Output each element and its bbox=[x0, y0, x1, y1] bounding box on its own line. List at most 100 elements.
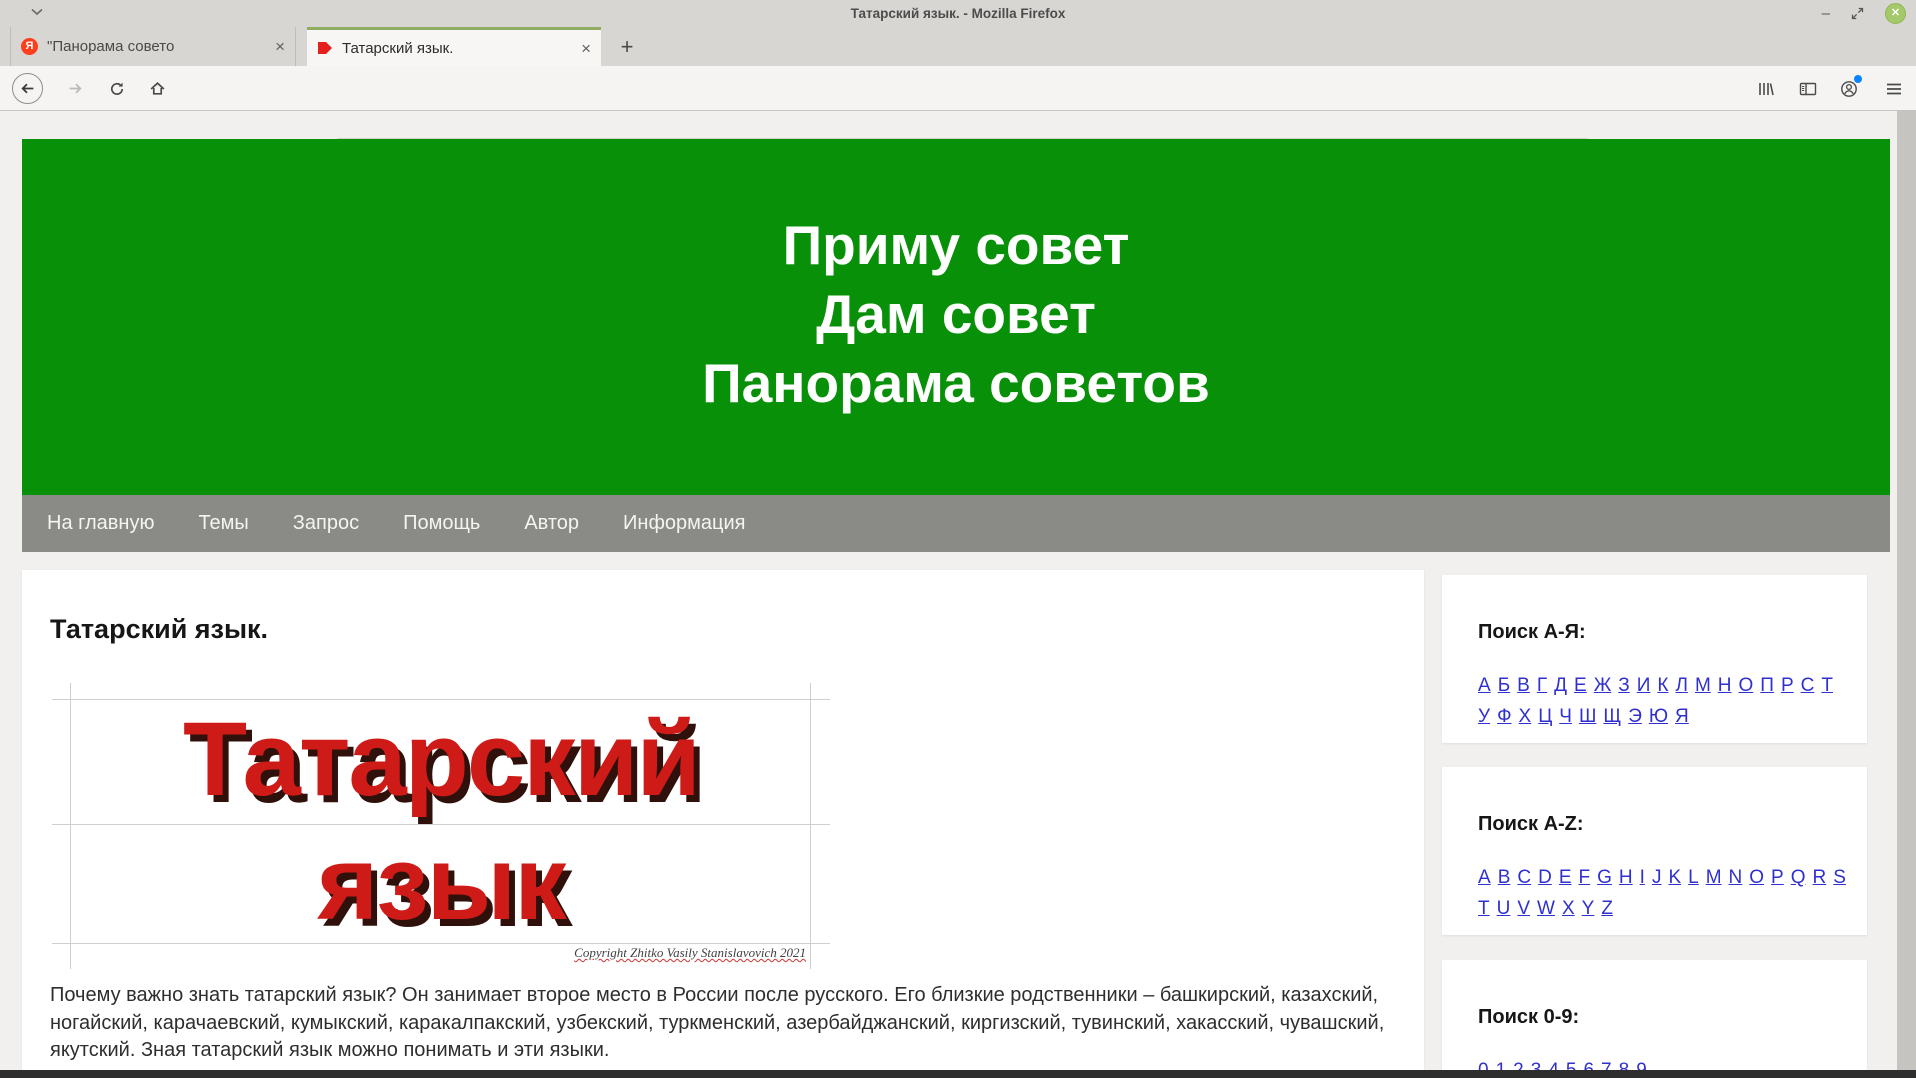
letter-link[interactable]: Е bbox=[1574, 671, 1587, 701]
home-button[interactable] bbox=[142, 73, 173, 104]
nav-link[interactable]: Помощь bbox=[403, 512, 480, 535]
sidebar-heading: Поиск 0-9: bbox=[1478, 1006, 1580, 1028]
letter-index: A B C D E F G H I J K L M N O P Q R S T U V W X Y Z bbox=[1478, 863, 1858, 925]
letter-link[interactable]: Ф bbox=[1497, 702, 1511, 732]
article: Татарский язык. Татарский язык Copyright… bbox=[22, 570, 1424, 1078]
notification-dot bbox=[1854, 75, 1862, 83]
letter-link[interactable]: L bbox=[1688, 863, 1699, 893]
image-copyright: Copyright Zhitko Vasily Stanislavovich 2… bbox=[574, 945, 806, 960]
nav-link[interactable]: Запрос bbox=[293, 512, 359, 535]
letter-link[interactable]: O bbox=[1749, 863, 1764, 893]
scrollbar[interactable] bbox=[1897, 111, 1916, 1070]
letter-link[interactable]: B bbox=[1498, 863, 1511, 893]
letter-link[interactable]: У bbox=[1478, 702, 1490, 732]
letter-link[interactable]: Ю bbox=[1649, 702, 1668, 732]
letter-link[interactable]: H bbox=[1619, 863, 1633, 893]
letter-link[interactable]: Н bbox=[1718, 671, 1732, 701]
close-button[interactable]: ✕ bbox=[1885, 3, 1906, 24]
reload-button[interactable] bbox=[101, 73, 132, 104]
window-title: Татарский язык. - Mozilla Firefox bbox=[850, 6, 1066, 21]
letter-link[interactable]: Щ bbox=[1603, 702, 1621, 732]
letter-link[interactable]: I bbox=[1640, 863, 1645, 893]
letter-link[interactable]: D bbox=[1538, 863, 1552, 893]
letter-link[interactable]: M bbox=[1706, 863, 1722, 893]
image-gridline bbox=[52, 943, 830, 944]
account-icon[interactable] bbox=[1833, 73, 1864, 104]
menu-icon[interactable] bbox=[1878, 73, 1909, 104]
letter-link[interactable]: Ч bbox=[1559, 702, 1572, 732]
letter-link[interactable]: Т bbox=[1821, 671, 1833, 701]
tab-close-icon[interactable]: × bbox=[581, 40, 591, 57]
letter-link[interactable]: Б bbox=[1498, 671, 1510, 701]
letter-link[interactable]: К bbox=[1657, 671, 1668, 701]
site-banner: Приму совет Дам совет Панорама советов bbox=[22, 139, 1890, 495]
nav-link[interactable]: Автор bbox=[524, 512, 579, 535]
letter-link[interactable]: Р bbox=[1781, 671, 1794, 701]
article-paragraph: Почему важно знать татарский язык? Он за… bbox=[50, 984, 1385, 1061]
letter-link[interactable]: Y bbox=[1582, 894, 1595, 924]
letter-link[interactable]: Х bbox=[1519, 702, 1532, 732]
nav-link[interactable]: Информация bbox=[623, 512, 745, 535]
tab-bar: Я "Панорама совето × Татарский язык. × + bbox=[0, 27, 1916, 66]
nav-link[interactable]: Темы bbox=[198, 512, 248, 535]
tab-title: Татарский язык. bbox=[342, 39, 454, 57]
letter-link[interactable]: J bbox=[1652, 863, 1662, 893]
letter-link[interactable]: Ш bbox=[1579, 702, 1596, 732]
letter-link[interactable]: Ц bbox=[1538, 702, 1552, 732]
letter-link[interactable]: E bbox=[1559, 863, 1572, 893]
sidebar-card-cyrillic: Поиск А-Я: А Б В Г Д Е Ж З И К Л М Н О П Р С Т У Ф Х Ц Ч Ш Щ Э Ю Я bbox=[1442, 575, 1867, 743]
tab-close-icon[interactable]: × bbox=[275, 38, 285, 55]
letter-link[interactable]: Д bbox=[1554, 671, 1567, 701]
back-button[interactable] bbox=[12, 73, 43, 104]
letter-link[interactable]: Ж bbox=[1594, 671, 1612, 701]
letter-link[interactable]: V bbox=[1517, 894, 1530, 924]
restore-button[interactable] bbox=[1850, 6, 1865, 21]
letter-link[interactable]: A bbox=[1478, 863, 1491, 893]
banner-line: Дам совет bbox=[816, 283, 1096, 345]
tab-panorama-sovetov[interactable]: Я "Панорама совето × bbox=[10, 27, 296, 66]
letter-link[interactable]: Г bbox=[1537, 671, 1547, 701]
image-word: язык bbox=[317, 825, 567, 942]
letter-link[interactable]: С bbox=[1801, 671, 1815, 701]
letter-link[interactable]: Э bbox=[1628, 702, 1642, 732]
image-word: Татарский bbox=[183, 701, 701, 818]
letter-link[interactable]: П bbox=[1760, 671, 1774, 701]
forward-button[interactable] bbox=[60, 73, 91, 104]
minimize-button[interactable]: – bbox=[1822, 0, 1830, 27]
letter-link[interactable]: М bbox=[1695, 671, 1711, 701]
letter-link[interactable]: А bbox=[1478, 671, 1491, 701]
banner-line: Приму совет bbox=[782, 214, 1130, 276]
sidebar-panel-icon[interactable] bbox=[1792, 73, 1823, 104]
letter-link[interactable]: R bbox=[1813, 863, 1827, 893]
sidebar-card-latin: Поиск A-Z: A B C D E F G H I J K L M N O P Q R S T U V W X Y Z bbox=[1442, 767, 1867, 935]
letter-link[interactable]: З bbox=[1618, 671, 1629, 701]
article-image: Татарский язык Copyright Zhitko Vasily S… bbox=[52, 683, 830, 969]
letter-link[interactable]: K bbox=[1668, 863, 1681, 893]
browser-toolbar: advice.panorama-sovetov.ru/page/tatar-te… bbox=[0, 66, 1916, 172]
letter-link[interactable]: Z bbox=[1601, 894, 1613, 924]
tab-tatar-language[interactable]: Татарский язык. × bbox=[307, 27, 601, 66]
letter-link[interactable]: X bbox=[1562, 894, 1575, 924]
letter-link[interactable]: S bbox=[1833, 863, 1846, 893]
letter-link[interactable]: N bbox=[1729, 863, 1743, 893]
letter-link[interactable]: G bbox=[1597, 863, 1612, 893]
yandex-icon: Я bbox=[21, 38, 38, 55]
bottom-edge-bar bbox=[0, 1070, 1916, 1078]
letter-link[interactable]: T bbox=[1478, 894, 1490, 924]
new-tab-button[interactable]: + bbox=[612, 31, 642, 62]
letter-link[interactable]: P bbox=[1771, 863, 1784, 893]
letter-link[interactable]: И bbox=[1637, 671, 1651, 701]
letter-link[interactable]: Q bbox=[1791, 863, 1806, 893]
letter-link[interactable]: W bbox=[1537, 894, 1555, 924]
letter-link[interactable]: О bbox=[1739, 671, 1754, 701]
letter-link[interactable]: U bbox=[1497, 894, 1511, 924]
letter-link[interactable]: C bbox=[1517, 863, 1531, 893]
library-icon[interactable] bbox=[1750, 73, 1781, 104]
titlebar: Татарский язык. - Mozilla Firefox – ✕ bbox=[0, 0, 1916, 27]
letter-link[interactable]: В bbox=[1517, 671, 1530, 701]
letter-link[interactable]: F bbox=[1579, 863, 1591, 893]
nav-link[interactable]: На главную bbox=[47, 512, 154, 535]
letter-link[interactable]: Я bbox=[1675, 702, 1689, 732]
letter-link[interactable]: Л bbox=[1675, 671, 1687, 701]
article-heading: Татарский язык. bbox=[50, 614, 269, 644]
